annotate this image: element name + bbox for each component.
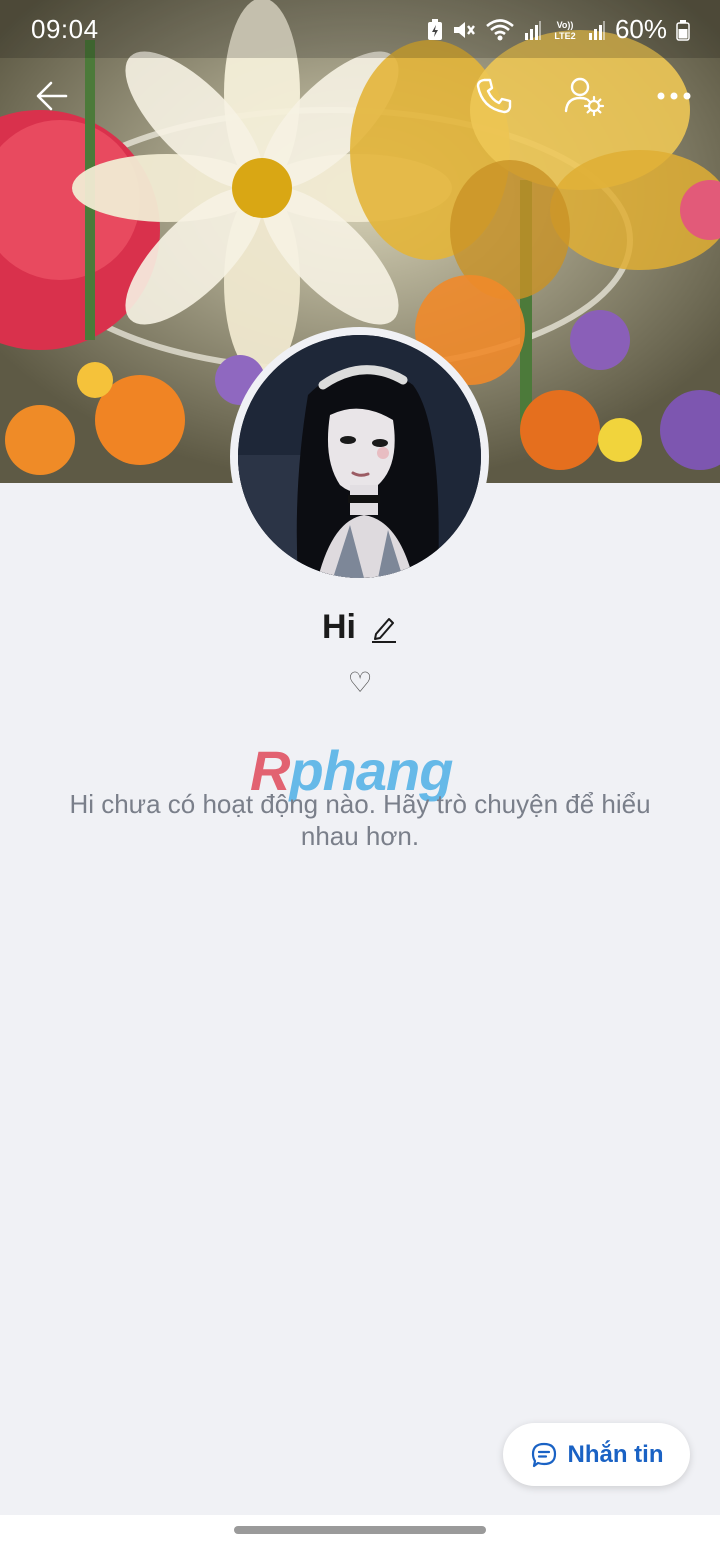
profile-bio: ♡ — [347, 667, 373, 698]
more-dots-icon — [657, 92, 691, 100]
call-button[interactable] — [466, 68, 522, 124]
chat-bubble-icon — [531, 1442, 556, 1467]
avatar-ring — [230, 327, 489, 586]
more-button[interactable] — [646, 68, 702, 124]
mute-icon — [453, 21, 475, 38]
message-button-label: Nhắn tin — [567, 1440, 664, 1468]
empty-feed-message: Hi chưa có hoạt động nào. Hãy trò chuyện… — [69, 789, 651, 851]
battery-percent: 60% — [614, 14, 667, 44]
svg-text:Vo)): Vo)) — [557, 20, 574, 30]
back-arrow-icon — [36, 81, 68, 111]
battery-saver-icon — [427, 18, 442, 40]
top-bar — [0, 68, 720, 124]
wifi-icon — [486, 18, 514, 40]
back-button[interactable] — [24, 68, 80, 124]
phone-icon — [476, 78, 512, 114]
pencil-icon[interactable] — [370, 612, 398, 644]
avatar[interactable] — [238, 335, 481, 578]
battery-icon — [676, 19, 690, 41]
message-button[interactable]: Nhắn tin — [503, 1423, 690, 1486]
user-settings-icon — [564, 77, 605, 117]
status-time: 09:04 — [31, 14, 99, 44]
name-row: Hi — [0, 608, 720, 647]
status-icons: Vo)) LTE2 60% — [427, 14, 690, 45]
status-bar: 09:04 Vo)) LTE2 60% — [0, 0, 720, 58]
avatar-image — [238, 335, 481, 578]
svg-text:LTE2: LTE2 — [554, 31, 575, 41]
signal-icon — [524, 20, 541, 40]
volte-lte2-icon: Vo)) LTE2 — [554, 20, 575, 41]
profile-settings-button[interactable] — [556, 68, 612, 124]
signal-2-icon — [588, 20, 605, 40]
home-indicator[interactable] — [234, 1526, 486, 1534]
profile-name: Hi — [322, 608, 356, 646]
